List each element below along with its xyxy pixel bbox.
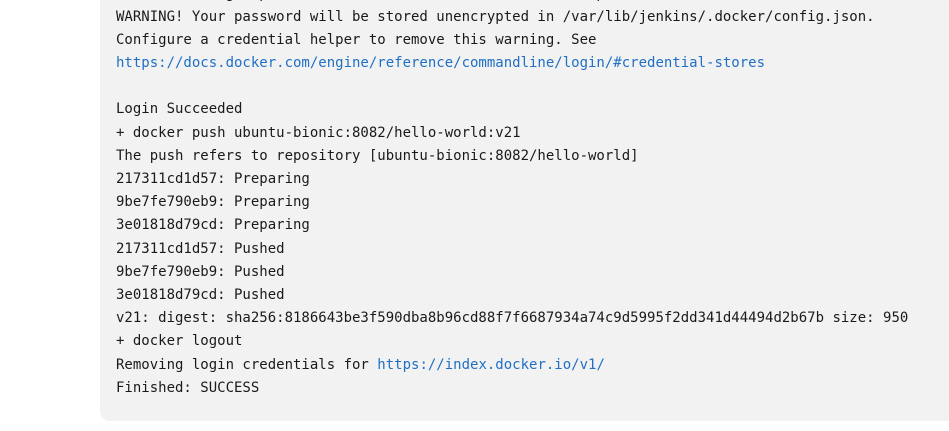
console-line: 217311cd1d57: Pushed bbox=[116, 238, 908, 261]
console-output: WARNING! Using --password via the CLI is… bbox=[116, 0, 908, 400]
console-line-text: + docker push ubuntu-bionic:8082/hello-w… bbox=[116, 124, 521, 141]
console-line-text: Configure a credential helper to remove … bbox=[116, 31, 597, 48]
console-line-text: The push refers to repository [ubuntu-bi… bbox=[116, 147, 639, 164]
console-link[interactable]: https://docs.docker.com/engine/reference… bbox=[116, 55, 765, 71]
console-line: Removing login credentials for https://i… bbox=[116, 354, 908, 377]
console-line: Configure a credential helper to remove … bbox=[116, 29, 908, 52]
console-line-text: Removing login credentials for bbox=[116, 356, 378, 373]
console-line: 9be7fe790eb9: Preparing bbox=[116, 191, 908, 214]
console-line: 3e01818d79cd: Pushed bbox=[116, 284, 908, 307]
console-line-text: + docker logout bbox=[116, 333, 243, 350]
console-line: 9be7fe790eb9: Pushed bbox=[116, 261, 908, 284]
console-line: 3e01818d79cd: Preparing bbox=[116, 214, 908, 237]
console-line-text: 9be7fe790eb9: Preparing bbox=[116, 194, 310, 211]
console-line: 217311cd1d57: Preparing bbox=[116, 168, 908, 191]
console-line: Login Succeeded bbox=[116, 98, 908, 121]
console-line: https://docs.docker.com/engine/reference… bbox=[116, 52, 908, 75]
console-line-text: Login Succeeded bbox=[116, 101, 243, 118]
console-line-text: 217311cd1d57: Pushed bbox=[116, 240, 285, 257]
console-line: The push refers to repository [ubuntu-bi… bbox=[116, 145, 908, 168]
console-line-text: Finished: SUCCESS bbox=[116, 379, 260, 396]
console-line-text: 3e01818d79cd: Pushed bbox=[116, 286, 285, 303]
console-line-text: WARNING! Using --password via the CLI is… bbox=[116, 0, 723, 2]
console-line-text: v21: digest: sha256:8186643be3f590dba8b9… bbox=[116, 310, 909, 327]
console-line-text: 9be7fe790eb9: Pushed bbox=[116, 263, 285, 280]
console-link[interactable]: https://index.docker.io/v1/ bbox=[377, 357, 605, 373]
console-line: Finished: SUCCESS bbox=[116, 377, 908, 400]
console-line: WARNING! Your password will be stored un… bbox=[116, 6, 908, 29]
console-line: + docker push ubuntu-bionic:8082/hello-w… bbox=[116, 122, 908, 145]
console-line-text: WARNING! Your password will be stored un… bbox=[116, 8, 875, 25]
console-line: + docker logout bbox=[116, 330, 908, 353]
console-line-text: 217311cd1d57: Preparing bbox=[116, 171, 310, 187]
console-line-text: 3e01818d79cd: Preparing bbox=[116, 217, 310, 234]
console-line: v21: digest: sha256:8186643be3f590dba8b9… bbox=[116, 307, 908, 330]
